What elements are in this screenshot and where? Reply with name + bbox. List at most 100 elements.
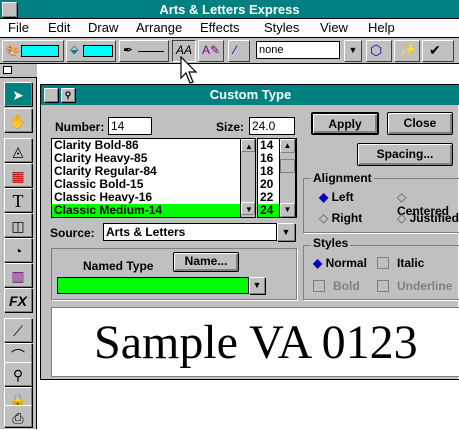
chevron-down-icon: ▼ <box>252 280 262 290</box>
font-list[interactable]: Clarity Bold-86 Clarity Heavy-85 Clarity… <box>51 138 256 218</box>
bucket-icon: ⬙ <box>70 44 79 56</box>
style-bold-checkbox[interactable]: Bold <box>313 279 360 293</box>
menu-help[interactable]: Help <box>368 20 395 35</box>
menu-styles[interactable]: Styles <box>264 20 299 35</box>
align-justified-label: Justified <box>409 211 459 225</box>
checkbox-icon <box>377 257 389 269</box>
rotate-icon: ◔ <box>13 243 23 259</box>
style-normal-label: Normal <box>325 256 367 270</box>
graph-tool[interactable]: ▥ <box>4 263 32 287</box>
system-menu-button[interactable] <box>2 2 17 17</box>
source-label: Source: <box>50 226 95 240</box>
line-tool[interactable]: ⟋ <box>4 318 32 342</box>
size-input[interactable]: 24.0 <box>249 117 295 135</box>
type-aa-icon: AA <box>176 43 193 57</box>
search-icon: ⚲ <box>64 90 72 100</box>
minimize-icon <box>3 66 12 74</box>
blend-tool[interactable]: ◫ <box>4 213 32 237</box>
named-type-select[interactable] <box>57 277 249 294</box>
menu-effects[interactable]: Effects <box>200 20 240 35</box>
named-type-dropdown-button[interactable]: ▼ <box>249 277 265 294</box>
type-color-button[interactable]: A✎ <box>198 40 224 62</box>
rotate-tool[interactable]: ◔ <box>4 238 32 262</box>
align-left-label: Left <box>331 190 354 204</box>
blend-icon: ◫ <box>11 218 25 234</box>
font-list-item-selected[interactable]: Classic Medium-14 <box>52 204 255 217</box>
named-type-label: Named Type <box>83 259 154 273</box>
checkmark-icon: ✔ <box>429 42 441 58</box>
symbols-tool[interactable]: ▦ <box>4 163 32 187</box>
menu-edit[interactable]: Edit <box>48 20 70 35</box>
align-justified-radio[interactable]: ◇ Justified <box>397 211 459 225</box>
arrow-icon: ➤ <box>12 87 24 103</box>
radio-selected-icon: ◆ <box>319 190 329 204</box>
select-arrow-tool[interactable]: ➤ <box>4 82 32 106</box>
pen-icon: ✒ <box>123 43 134 57</box>
line-style-button[interactable]: ✒ <box>119 40 169 62</box>
line-sample <box>138 51 164 52</box>
dialog-system-button[interactable] <box>44 88 58 102</box>
style-underline-checkbox[interactable]: Underline <box>377 279 452 293</box>
eyedropper-button[interactable]: ⁄ <box>228 40 250 62</box>
text-tool[interactable]: T <box>4 188 32 212</box>
bezier-button[interactable]: ⬡ <box>366 40 392 62</box>
shapes-tool[interactable]: ◬ <box>4 138 32 162</box>
dialog-title-bar: ⚲ Custom Type <box>41 85 459 105</box>
spacing-button[interactable]: Spacing... <box>357 143 453 166</box>
scroll-up-icon[interactable]: ▲ <box>241 139 255 152</box>
printer-tool[interactable]: ⎙ <box>4 405 32 427</box>
number-input[interactable]: 14 <box>108 117 152 135</box>
scroll-down-icon[interactable]: ▼ <box>280 203 295 217</box>
radio-icon: ◇ <box>397 190 407 204</box>
apply-button[interactable]: Apply <box>311 112 379 135</box>
app-title-bar: Arts & Letters Express <box>0 0 459 19</box>
line-color-button[interactable]: ⬙ <box>66 40 116 62</box>
style-dropdown-button[interactable]: ▼ <box>344 40 362 62</box>
align-right-radio[interactable]: ◇ Right <box>319 211 362 225</box>
hand-icon: ✋ <box>9 113 27 129</box>
custom-type-dialog: ⚲ Custom Type Number: 14 Size: 24.0 Clar… <box>40 84 459 380</box>
styles-title: Styles <box>311 236 351 250</box>
size-list-scrollbar[interactable]: ▲ ▼ <box>279 138 296 218</box>
source-dropdown-button[interactable]: ▼ <box>277 223 295 241</box>
printer-icon: ⎙ <box>12 410 24 426</box>
radio-icon: ◇ <box>397 211 407 225</box>
close-button[interactable]: Close <box>387 112 453 135</box>
menu-file[interactable]: File <box>8 20 29 35</box>
alignment-title: Alignment <box>311 171 374 185</box>
eyedropper-icon: ⁄ <box>234 43 237 57</box>
app-title: Arts & Letters Express <box>159 2 300 17</box>
toolbox-handle[interactable] <box>0 64 37 78</box>
style-italic-checkbox[interactable]: Italic <box>377 256 424 270</box>
style-bold-label: Bold <box>333 279 360 293</box>
fx-icon: FX <box>9 293 27 309</box>
scroll-thumb[interactable] <box>280 159 295 173</box>
zoom-tool[interactable]: ⚲ <box>4 362 32 386</box>
radio-selected-icon: ◆ <box>313 256 323 270</box>
scroll-down-icon[interactable]: ▼ <box>241 202 255 215</box>
magnifier-icon: ⚲ <box>12 367 24 383</box>
menu-arrange[interactable]: Arrange <box>136 20 182 35</box>
chevron-down-icon: ▼ <box>348 45 358 55</box>
source-select[interactable]: Arts & Letters <box>103 223 277 241</box>
align-left-radio[interactable]: ◆ Left <box>319 190 354 204</box>
text-t-icon: T <box>12 191 24 211</box>
name-button[interactable]: Name... <box>173 252 239 272</box>
checkbox-icon <box>313 280 325 292</box>
hand-tool[interactable]: ✋ <box>4 108 32 132</box>
dialog-search-button[interactable]: ⚲ <box>61 88 75 102</box>
menu-draw[interactable]: Draw <box>88 20 118 35</box>
font-list-scrollbar[interactable]: ▲ ▼ <box>240 139 255 217</box>
shapes-icon: ◬ <box>12 143 24 159</box>
menu-bar: File Edit Draw Arrange Effects Styles Vi… <box>0 19 459 38</box>
wand-button[interactable]: ✨ <box>394 40 420 62</box>
scroll-up-icon[interactable]: ▲ <box>280 139 295 153</box>
check-style-button[interactable]: ✔ <box>422 40 454 62</box>
fx-tool[interactable]: FX <box>4 288 32 312</box>
style-name-field[interactable]: none <box>256 41 340 59</box>
style-normal-radio[interactable]: ◆ Normal <box>313 256 367 270</box>
line-color-swatch <box>83 45 113 57</box>
type-preview: Sample VA 0123 <box>51 307 459 377</box>
fill-color-button[interactable]: 🎨 <box>2 40 64 62</box>
menu-view[interactable]: View <box>320 20 348 35</box>
